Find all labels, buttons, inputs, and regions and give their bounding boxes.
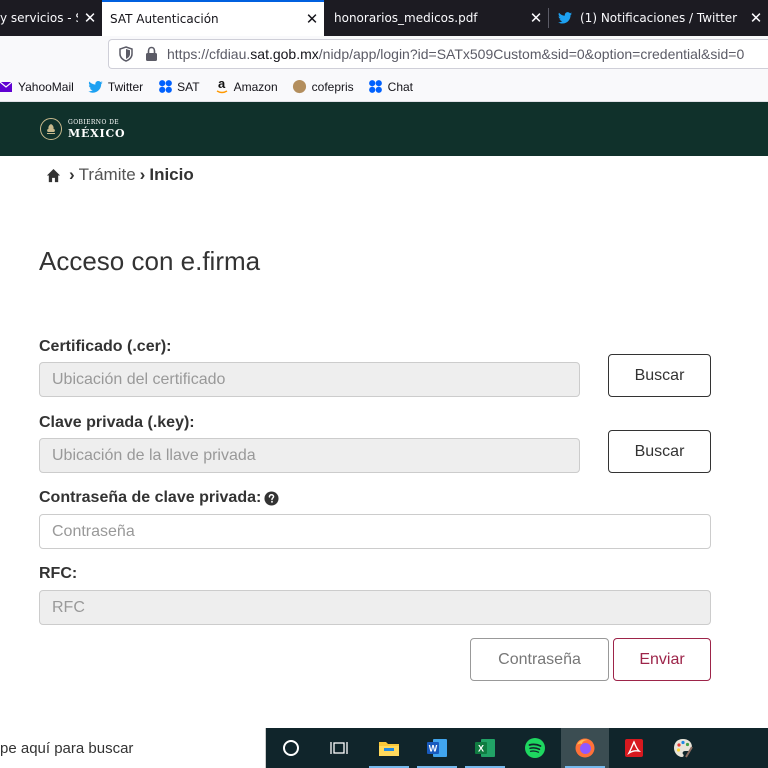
tab-sat-autenticacion[interactable]: SAT Autenticación ✕	[102, 0, 324, 36]
close-tab-icon[interactable]: ✕	[300, 10, 324, 28]
excel-icon[interactable]: X	[461, 728, 509, 768]
tab-honorarios-pdf[interactable]: honorarios_medicos.pdf ✕	[326, 0, 548, 36]
browse-key-button[interactable]: Buscar	[608, 430, 711, 473]
yahoo-mail-icon	[0, 79, 14, 95]
word-icon[interactable]: W	[413, 728, 461, 768]
rfc-label: RFC:	[39, 565, 78, 582]
password-label: Contraseña de clave privada:	[39, 489, 262, 506]
bookmark-label: Twitter	[107, 79, 144, 94]
bookmark-label: cofepris	[311, 79, 354, 94]
gob-logo-big: MÉXICO	[68, 126, 126, 140]
tab-label: honorarios_medicos.pdf	[334, 11, 478, 25]
bookmark-label: YahooMail	[18, 79, 74, 94]
windows-taskbar: pe aquí para buscar W X	[0, 728, 768, 768]
bookmark-yahoomail[interactable]: YahooMail	[0, 79, 74, 95]
breadcrumb-inicio: Inicio	[149, 165, 194, 184]
password-input[interactable]: Contraseña	[39, 514, 711, 549]
acrobat-icon[interactable]	[610, 728, 658, 768]
tab-label: y servicios - S	[0, 11, 78, 25]
close-tab-icon[interactable]: ✕	[78, 9, 102, 27]
circle-icon	[292, 79, 308, 95]
butterfly-icon	[157, 79, 173, 95]
navigation-bar: https://cfdiau.sat.gob.mx/nidp/app/login…	[0, 36, 768, 72]
cert-label: Certificado (.cer):	[39, 338, 172, 355]
close-tab-icon[interactable]: ✕	[524, 9, 548, 27]
firefox-icon[interactable]	[561, 728, 609, 768]
chevron-right-icon: ›	[69, 165, 75, 184]
bookmark-sat[interactable]: SAT	[157, 79, 200, 95]
help-icon[interactable]	[264, 490, 279, 506]
bookmark-label: SAT	[177, 79, 200, 94]
twitter-icon	[88, 79, 104, 95]
submit-button[interactable]: Enviar	[613, 638, 711, 681]
tab-label: (1) Notificaciones / Twitter	[580, 11, 738, 25]
paint-icon[interactable]	[659, 728, 707, 768]
search-text: pe aquí para buscar	[0, 739, 134, 757]
password-button[interactable]: Contraseña	[470, 638, 609, 681]
cortana-icon[interactable]	[267, 728, 315, 768]
breadcrumb-tramite[interactable]: Trámite	[79, 165, 136, 185]
browser-tab-strip: y servicios - S ✕ SAT Autenticación ✕ ho…	[0, 0, 768, 36]
bookmark-chat[interactable]: Chat	[368, 79, 413, 95]
gob-logo[interactable]: GOBIERNO DE MÉXICO	[68, 118, 126, 140]
browse-cert-button[interactable]: Buscar	[608, 354, 711, 397]
url-path: /nidp/app/login?id=SATx509Custom&sid=0&o…	[318, 46, 745, 62]
svg-text:X: X	[478, 744, 484, 754]
spotify-icon[interactable]	[511, 728, 559, 768]
bookmark-label: Amazon	[233, 79, 278, 94]
mexico-seal-icon	[40, 118, 62, 140]
cert-input[interactable]: Ubicación del certificado	[39, 362, 580, 397]
bookmark-twitter[interactable]: Twitter	[88, 79, 143, 95]
tab-twitter-notificaciones[interactable]: (1) Notificaciones / Twitter ✕	[550, 0, 768, 36]
bookmarks-toolbar: YahooMail Twitter SAT a Amazon cofepris …	[0, 72, 768, 102]
url-text: https://cfdiau.sat.gob.mx/nidp/app/login…	[167, 46, 744, 62]
bookmark-cofepris[interactable]: cofepris	[292, 79, 354, 95]
bookmark-amazon[interactable]: a Amazon	[214, 76, 278, 95]
gob-logo-small: GOBIERNO DE	[68, 118, 120, 126]
close-tab-icon[interactable]: ✕	[744, 9, 768, 27]
lock-icon[interactable]	[143, 45, 159, 63]
amazon-icon: a	[216, 76, 227, 93]
key-label: Clave privada (.key):	[39, 414, 195, 431]
bookmark-label: Chat	[387, 79, 414, 94]
task-view-icon[interactable]	[315, 728, 363, 768]
home-icon[interactable]	[46, 168, 61, 183]
twitter-icon	[558, 12, 572, 24]
password-label-row: Contraseña de clave privada:	[39, 489, 279, 507]
page-title: Acceso con e.firma	[39, 246, 261, 276]
tab-label: SAT Autenticación	[110, 12, 219, 26]
file-explorer-icon[interactable]	[365, 728, 413, 768]
url-prefix: https://cfdiau.	[167, 46, 251, 62]
chevron-right-icon: ›	[139, 165, 146, 184]
taskbar-search-input[interactable]: pe aquí para buscar	[0, 728, 266, 768]
butterfly-icon	[368, 79, 384, 95]
breadcrumb: › Trámite › Inicio	[46, 164, 194, 186]
screen: y servicios - S ✕ SAT Autenticación ✕ ho…	[0, 0, 768, 768]
rfc-input[interactable]: RFC	[39, 590, 711, 625]
tab-separator	[548, 8, 549, 28]
tracking-protection-shield-icon[interactable]	[117, 45, 135, 63]
gob-header: GOBIERNO DE MÉXICO	[0, 102, 768, 156]
tab-servicios[interactable]: y servicios - S ✕	[0, 0, 102, 36]
url-bar[interactable]: https://cfdiau.sat.gob.mx/nidp/app/login…	[108, 39, 768, 69]
svg-text:W: W	[429, 744, 438, 754]
url-host: sat.gob.mx	[250, 46, 319, 62]
key-input[interactable]: Ubicación de la llave privada	[39, 438, 580, 473]
